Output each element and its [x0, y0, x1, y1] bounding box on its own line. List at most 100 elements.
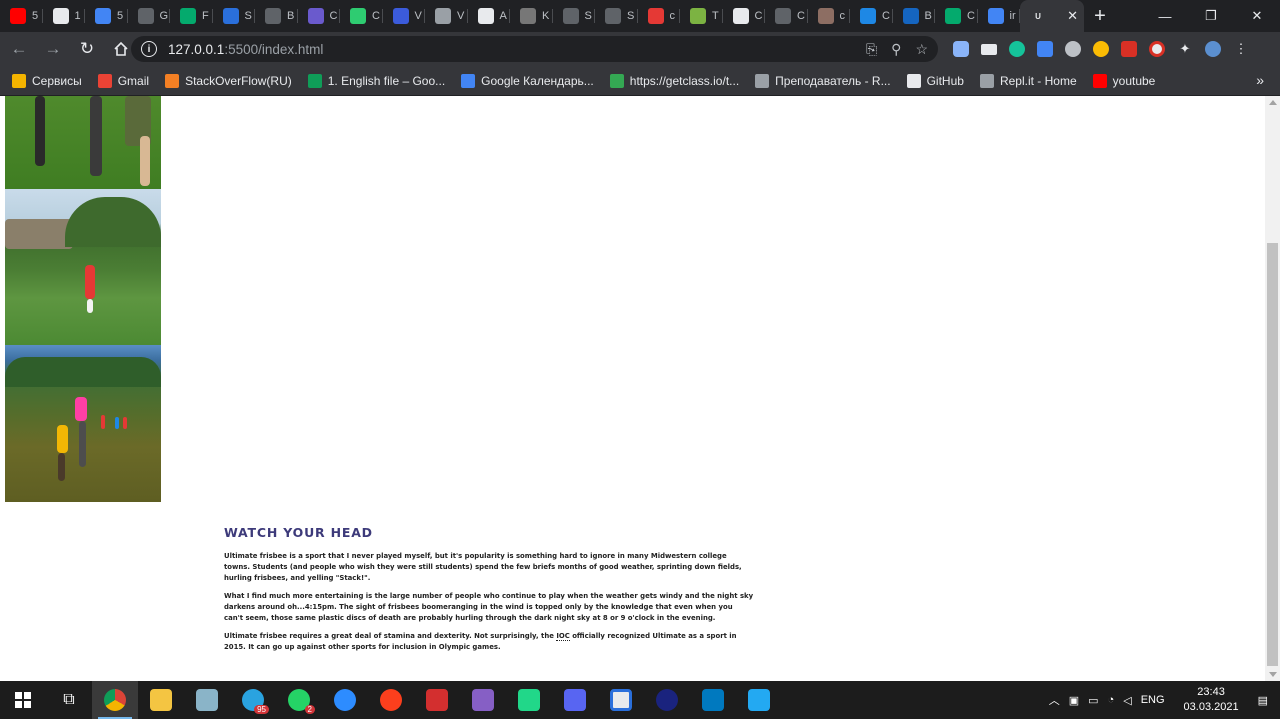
scroll-down-icon[interactable]	[1269, 672, 1277, 677]
tab-0[interactable]: 5	[0, 0, 43, 32]
tab-22[interactable]: C	[935, 0, 978, 32]
tab-1[interactable]: 1	[43, 0, 86, 32]
tab-label: 1	[74, 10, 81, 22]
tab-19[interactable]: c	[808, 0, 851, 32]
tab-8[interactable]: C	[340, 0, 383, 32]
tab-11[interactable]: A	[468, 0, 511, 32]
taskbar-explorer[interactable]	[138, 681, 184, 719]
bookmark-item[interactable]: GitHub	[906, 73, 964, 88]
tab-label: 5	[32, 10, 39, 22]
start-button[interactable]	[0, 681, 46, 719]
bookmark-label: Сервисы	[32, 73, 82, 88]
zoom-icon[interactable]: ⚲	[891, 41, 901, 58]
taskbar-acrobat[interactable]	[414, 681, 460, 719]
bookmarks-overflow-button[interactable]: »	[1256, 72, 1264, 88]
tray-app-icon[interactable]: ▣	[1069, 694, 1079, 707]
tab-6[interactable]: B	[255, 0, 298, 32]
shield-icon[interactable]	[1118, 36, 1140, 62]
tab-list: 5 1 5 G F S B C C V V A K S Sc T C Cc C B Cir	[0, 0, 1020, 32]
bookmark-item[interactable]: Преподаватель - R...	[755, 73, 891, 88]
tab-18[interactable]: C	[765, 0, 808, 32]
forward-button[interactable]: →	[38, 34, 68, 64]
language-indicator[interactable]: ENG	[1141, 694, 1165, 706]
bookmark-item[interactable]: 1. English file – Goo...	[307, 73, 445, 88]
grammarly-icon[interactable]	[1006, 36, 1028, 62]
new-tab-button[interactable]: +	[1084, 0, 1116, 32]
profile-avatar[interactable]	[1202, 36, 1224, 62]
taskbar-trello[interactable]	[690, 681, 736, 719]
bookmark-item[interactable]: Repl.it - Home	[979, 73, 1077, 88]
taskbar-visual-studio[interactable]	[460, 681, 506, 719]
close-tab-icon[interactable]: ✕	[1067, 8, 1078, 24]
address-bar[interactable]: i 127.0.0.1:5500/index.html ⎘ ⚲ ☆	[131, 36, 938, 62]
bookmark-item[interactable]: Gmail	[97, 73, 149, 88]
badge-extension-icon[interactable]	[1090, 36, 1112, 62]
taskbar-discord[interactable]	[552, 681, 598, 719]
battery-icon[interactable]: ▭	[1088, 694, 1098, 707]
task-view-button[interactable]: ⧉	[46, 681, 92, 719]
tab-23[interactable]: ir	[978, 0, 1021, 32]
scroll-up-icon[interactable]	[1269, 100, 1277, 105]
taskbar-yandex[interactable]	[368, 681, 414, 719]
taskbar-pycharm[interactable]	[506, 681, 552, 719]
code-icon	[137, 8, 154, 24]
tab-label: C	[797, 10, 805, 22]
taskbar-telegram[interactable]: 95	[230, 681, 276, 719]
wifi-icon[interactable]: ◔	[1108, 694, 1115, 706]
taskbar-chrome[interactable]	[92, 681, 138, 719]
reload-button[interactable]: ↻	[72, 34, 102, 64]
tab-9[interactable]: V	[383, 0, 426, 32]
tab-2[interactable]: 5	[85, 0, 128, 32]
taskbar-whatsapp[interactable]: 2	[276, 681, 322, 719]
tab-4[interactable]: F	[170, 0, 213, 32]
tab-5[interactable]: S	[213, 0, 256, 32]
tab-17[interactable]: C	[723, 0, 766, 32]
minimize-button[interactable]: —	[1142, 0, 1188, 32]
tab-7[interactable]: C	[298, 0, 341, 32]
tab-15[interactable]: c	[638, 0, 681, 32]
tab-13[interactable]: S	[553, 0, 596, 32]
taskbar-nox[interactable]	[644, 681, 690, 719]
mail-extension-icon[interactable]	[978, 36, 1000, 62]
notifications-icon[interactable]: ▤	[1258, 694, 1268, 707]
site-info-icon[interactable]: i	[141, 41, 157, 57]
chevron-up-icon[interactable]: ︿	[1049, 692, 1060, 708]
puzzle-icon[interactable]: ✦	[1174, 36, 1196, 62]
tab-10[interactable]: V	[425, 0, 468, 32]
volume-icon[interactable]: ◁	[1123, 694, 1131, 707]
taskbar-bracket-app[interactable]	[598, 681, 644, 719]
paragraph-3-start: Ultimate frisbee requires a great deal o…	[224, 632, 557, 640]
tab-active[interactable]: U ✕	[1020, 0, 1084, 32]
bookmark-item[interactable]: StackOverFlow(RU)	[165, 73, 292, 88]
restore-button[interactable]: ❐	[1188, 0, 1234, 32]
page-scrollbar[interactable]	[1265, 96, 1280, 681]
bookmark-item[interactable]: youtube	[1092, 73, 1155, 88]
cloud-extension-icon[interactable]	[950, 36, 972, 62]
yandex-icon	[380, 689, 402, 711]
bookmark-label: GitHub	[926, 73, 964, 88]
close-window-button[interactable]: ✕	[1234, 0, 1280, 32]
address-url[interactable]: 127.0.0.1:5500/index.html	[168, 42, 323, 57]
bookmark-item[interactable]: https://getclass.io/t...	[609, 73, 739, 88]
bookmark-item[interactable]: Сервисы	[12, 73, 82, 88]
bookmark-item[interactable]: Google Календарь...	[461, 73, 594, 88]
cloud-icon[interactable]	[1062, 36, 1084, 62]
home-icon	[114, 41, 128, 56]
clock[interactable]: 23:43 03.03.2021	[1184, 685, 1239, 715]
menu-dots-icon[interactable]: ⋮	[1230, 36, 1252, 62]
tab-16[interactable]: T	[680, 0, 723, 32]
back-button[interactable]: ←	[4, 34, 34, 64]
tab-14[interactable]: S	[595, 0, 638, 32]
translate-icon[interactable]: ⎘	[866, 41, 877, 58]
bookmark-star-icon[interactable]: ☆	[915, 41, 928, 58]
tab-21[interactable]: B	[893, 0, 936, 32]
taskbar-vscode[interactable]	[736, 681, 782, 719]
scrollbar-thumb[interactable]	[1267, 243, 1278, 666]
tab-3[interactable]: G	[128, 0, 171, 32]
tab-12[interactable]: K	[510, 0, 553, 32]
taskbar-notes[interactable]	[184, 681, 230, 719]
taskbar-zoom[interactable]	[322, 681, 368, 719]
opera-icon[interactable]	[1146, 36, 1168, 62]
translate-extension-icon[interactable]	[1034, 36, 1056, 62]
tab-20[interactable]: C	[850, 0, 893, 32]
